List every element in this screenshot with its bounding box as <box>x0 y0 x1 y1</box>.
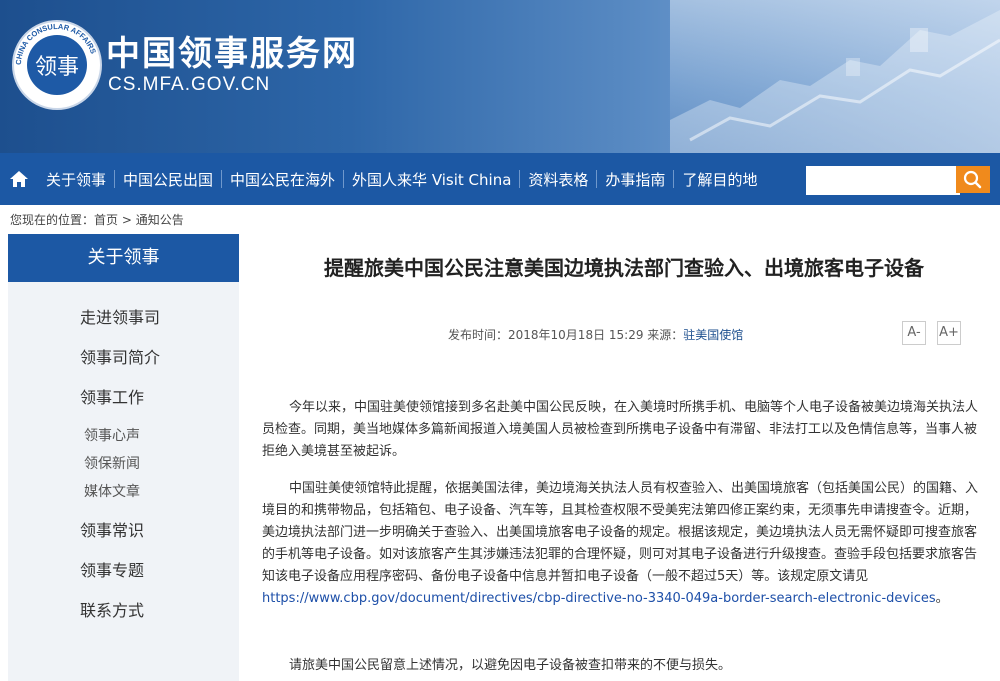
cbp-directive-link[interactable]: https://www.cbp.gov/document/directives/… <box>262 591 936 606</box>
site-url: CS.MFA.GOV.CN <box>108 74 271 95</box>
nav-item-destinations[interactable]: 了解目的地 <box>674 169 765 190</box>
sidebar-subitem-consular-voices[interactable]: 领事心声 <box>84 425 140 445</box>
nav-item-citizens-going-abroad[interactable]: 中国公民出国 <box>115 169 221 190</box>
search-input[interactable] <box>806 166 960 195</box>
seal-char: 领事 <box>34 55 79 80</box>
search-button[interactable] <box>956 166 990 193</box>
search-icon <box>963 170 982 189</box>
font-increase-button[interactable]: A+ <box>937 321 961 345</box>
article-meta: 发布时间：2018年10月18日 15:29 来源：驻美国使馆 <box>448 326 743 343</box>
article-paragraph-1: 今年以来，中国驻美使领馆接到多名赴美中国公民反映，在入美境时所携手机、电脑等个人… <box>262 400 979 459</box>
publish-info: 发布时间：2018年10月18日 15:29 来源： <box>448 328 684 342</box>
nav-item-about-consular[interactable]: 关于领事 <box>38 169 114 190</box>
breadcrumb-current[interactable]: 通知公告 <box>136 213 184 227</box>
home-icon[interactable] <box>8 168 30 190</box>
nav-item-service-guide[interactable]: 办事指南 <box>597 169 673 190</box>
paragraph-2-end: 。 <box>935 591 949 606</box>
breadcrumb-home-link[interactable]: 首页 <box>94 213 118 227</box>
article-paragraph-3: 请旅美中国公民留意上述情况，以避免因电子设备被查扣带来的不便与损失。 <box>289 658 732 673</box>
breadcrumb: 您现在的位置：首页 > 通知公告 <box>10 211 184 228</box>
article-title: 提醒旅美中国公民注意美国边境执法部门查验入、出境旅客电子设备 <box>324 256 924 280</box>
nav-item-citizens-overseas[interactable]: 中国公民在海外 <box>222 169 343 190</box>
site-title[interactable]: 中国领事服务网 <box>106 26 358 75</box>
nav-item-visit-china[interactable]: 外国人来华 Visit China <box>344 169 519 190</box>
sidebar-item-consular-topics[interactable]: 领事专题 <box>80 557 144 581</box>
sidebar-subitem-media-articles[interactable]: 媒体文章 <box>84 481 140 501</box>
breadcrumb-separator: > <box>121 213 132 227</box>
header-banner: CHINA CONSULAR AFFAIRS 领事 中国领事服务网 CS.MFA… <box>0 0 1000 153</box>
great-wall-image <box>670 0 1000 153</box>
article-source: 驻美国使馆 <box>683 328 744 342</box>
sidebar-item-enter-department[interactable]: 走进领事司 <box>80 304 160 328</box>
sidebar-subitem-protection-news[interactable]: 领保新闻 <box>84 453 140 473</box>
sidebar-item-consular-knowledge[interactable]: 领事常识 <box>80 517 144 541</box>
consular-seal-logo[interactable]: CHINA CONSULAR AFFAIRS 领事 <box>12 20 102 110</box>
breadcrumb-prefix: 您现在的位置： <box>10 213 95 227</box>
nav-item-forms[interactable]: 资料表格 <box>520 169 596 190</box>
article-paragraph-2: 中国驻美使领馆特此提醒，依据美国法律，美边境海关执法人员有权查验入、出美国境旅客… <box>262 478 980 610</box>
font-decrease-button[interactable]: A- <box>902 321 926 345</box>
sidebar-title[interactable]: 关于领事 <box>8 234 239 282</box>
sidebar-item-department-intro[interactable]: 领事司简介 <box>80 344 160 368</box>
sidebar-item-contact[interactable]: 联系方式 <box>80 597 144 621</box>
sidebar-item-consular-work[interactable]: 领事工作 <box>80 384 144 408</box>
paragraph-2-text: 中国驻美使领馆特此提醒，依据美国法律，美边境海关执法人员有权查验入、出美国境旅客… <box>262 481 979 584</box>
